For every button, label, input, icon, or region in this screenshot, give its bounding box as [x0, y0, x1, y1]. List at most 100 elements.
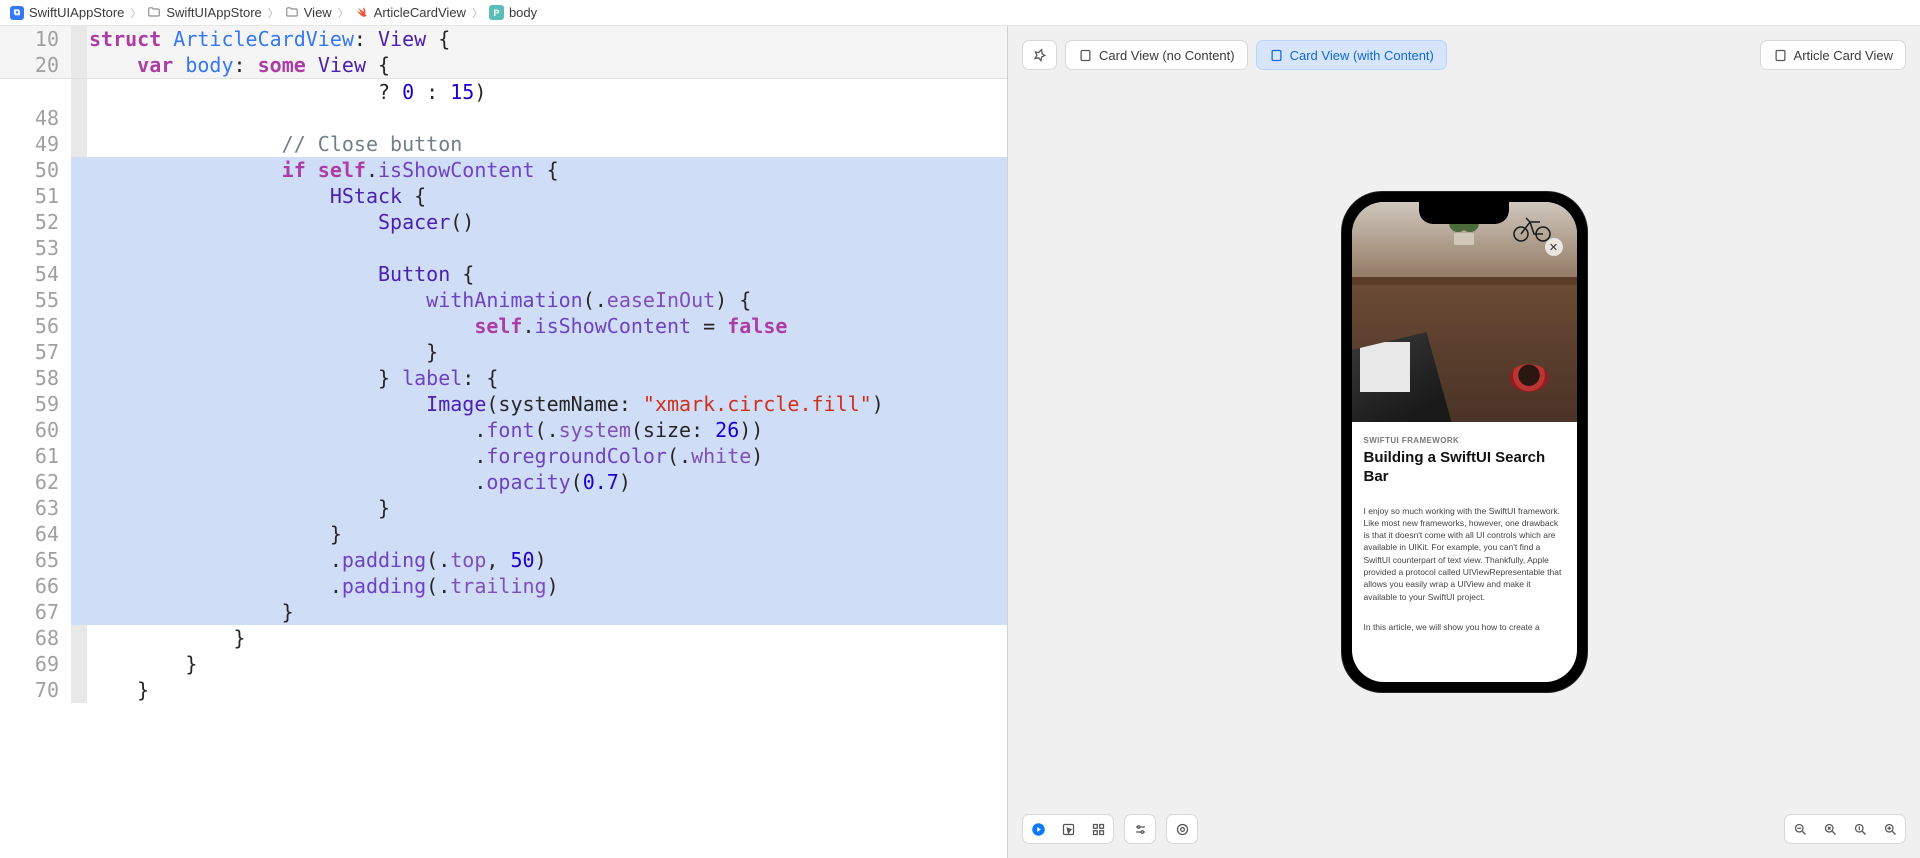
breadcrumb-item-symbol[interactable]: P body: [489, 5, 537, 20]
breadcrumb-item-folder[interactable]: View: [285, 5, 332, 20]
fold-ribbon[interactable]: [71, 209, 87, 235]
article-hero-image: ✕: [1352, 202, 1577, 422]
code-line[interactable]: [87, 105, 1007, 131]
code-line[interactable]: .padding(.top, 50): [87, 547, 1007, 573]
code-line[interactable]: } label: {: [87, 365, 1007, 391]
zoom-100-icon: [1853, 822, 1868, 837]
code-body[interactable]: ? 0 : 15)4849 // Close button50 if self.…: [0, 79, 1007, 858]
live-preview-button[interactable]: [1023, 815, 1053, 843]
fold-ribbon[interactable]: [71, 625, 87, 651]
fold-ribbon[interactable]: [71, 105, 87, 131]
zoom-in-button[interactable]: [1875, 815, 1905, 843]
line-number: 65: [0, 547, 71, 573]
preview-tab-with-content[interactable]: Card View (with Content): [1256, 40, 1447, 70]
code-line[interactable]: Spacer(): [87, 209, 1007, 235]
fold-ribbon[interactable]: [71, 235, 87, 261]
fold-ribbon[interactable]: [71, 261, 87, 287]
fold-ribbon[interactable]: [71, 469, 87, 495]
code-line[interactable]: }: [87, 495, 1007, 521]
line-number: 69: [0, 651, 71, 677]
fold-ribbon[interactable]: [71, 339, 87, 365]
code-line[interactable]: self.isShowContent = false: [87, 313, 1007, 339]
fold-ribbon[interactable]: [71, 183, 87, 209]
code-line[interactable]: [87, 235, 1007, 261]
zoom-out-button[interactable]: [1785, 815, 1815, 843]
preview-canvas-pane: Card View (no Content) Card View (with C…: [1008, 26, 1920, 858]
fold-ribbon[interactable]: [71, 443, 87, 469]
fold-ribbon[interactable]: [71, 547, 87, 573]
line-number: 55: [0, 287, 71, 313]
fold-ribbon[interactable]: [71, 52, 87, 78]
gear-alt-icon: [1175, 822, 1190, 837]
code-line[interactable]: }: [87, 625, 1007, 651]
code-line[interactable]: }: [87, 599, 1007, 625]
line-number: 57: [0, 339, 71, 365]
code-line[interactable]: Button {: [87, 261, 1007, 287]
preview-tab-no-content[interactable]: Card View (no Content): [1065, 40, 1248, 70]
fold-ribbon[interactable]: [71, 521, 87, 547]
code-line[interactable]: withAnimation(.easeInOut) {: [87, 287, 1007, 313]
line-number: 58: [0, 365, 71, 391]
iphone-notch: [1419, 202, 1509, 224]
fold-ribbon[interactable]: [71, 495, 87, 521]
code-line[interactable]: }: [87, 677, 1007, 703]
fold-ribbon[interactable]: [71, 391, 87, 417]
fold-ribbon[interactable]: [71, 26, 87, 52]
card-icon: [1078, 48, 1093, 63]
zoom-fit-button[interactable]: [1815, 815, 1845, 843]
code-line[interactable]: if self.isShowContent {: [87, 157, 1007, 183]
fold-ribbon[interactable]: [71, 573, 87, 599]
fold-ribbon[interactable]: [71, 313, 87, 339]
breadcrumb-item-project[interactable]: ⧉ SwiftUIAppStore: [10, 5, 124, 20]
pin-preview-button[interactable]: [1022, 40, 1057, 70]
fold-ribbon[interactable]: [71, 677, 87, 703]
line-number: 67: [0, 599, 71, 625]
code-line[interactable]: struct ArticleCardView: View {: [87, 26, 1007, 52]
line-number: 48: [0, 105, 71, 131]
breadcrumb-item-file[interactable]: ArticleCardView: [355, 5, 466, 20]
iphone-screen: ✕ SWIFTUI FRAMEWORK Building a SwiftUI S…: [1352, 202, 1577, 682]
preview-tab-article-card[interactable]: Article Card View: [1760, 40, 1906, 70]
fold-ribbon[interactable]: [71, 157, 87, 183]
selectable-preview-button[interactable]: [1053, 815, 1083, 843]
variants-preview-button[interactable]: [1083, 815, 1113, 843]
line-number: 59: [0, 391, 71, 417]
device-settings-button[interactable]: [1125, 815, 1155, 843]
code-line[interactable]: // Close button: [87, 131, 1007, 157]
code-line[interactable]: ? 0 : 15): [87, 79, 1007, 105]
code-line[interactable]: HStack {: [87, 183, 1007, 209]
fold-ribbon[interactable]: [71, 417, 87, 443]
code-editor[interactable]: 10struct ArticleCardView: View {20 var b…: [0, 26, 1008, 858]
code-line[interactable]: .foregroundColor(.white): [87, 443, 1007, 469]
line-number: 60: [0, 417, 71, 443]
property-icon: P: [489, 5, 504, 20]
fold-ribbon[interactable]: [71, 287, 87, 313]
canvas-settings-button[interactable]: [1167, 815, 1197, 843]
app-icon: ⧉: [10, 6, 24, 20]
code-line[interactable]: Image(systemName: "xmark.circle.fill"): [87, 391, 1007, 417]
fold-ribbon[interactable]: [71, 79, 87, 105]
line-number: 66: [0, 573, 71, 599]
zoom-in-icon: [1883, 822, 1898, 837]
line-number: 64: [0, 521, 71, 547]
fold-ribbon[interactable]: [71, 651, 87, 677]
code-line[interactable]: var body: some View {: [87, 52, 1007, 78]
code-line[interactable]: }: [87, 651, 1007, 677]
zoom-actual-button[interactable]: [1845, 815, 1875, 843]
fold-ribbon[interactable]: [71, 599, 87, 625]
preview-device-canvas[interactable]: ✕ SWIFTUI FRAMEWORK Building a SwiftUI S…: [1008, 26, 1920, 858]
article-paragraph: In this article, we will show you how to…: [1364, 621, 1565, 633]
breadcrumb-item-group[interactable]: SwiftUIAppStore: [147, 5, 261, 20]
code-line[interactable]: .font(.system(size: 26)): [87, 417, 1007, 443]
line-number: 68: [0, 625, 71, 651]
fold-ribbon[interactable]: [71, 131, 87, 157]
play-icon: [1031, 822, 1046, 837]
line-number: 61: [0, 443, 71, 469]
code-line[interactable]: .padding(.trailing): [87, 573, 1007, 599]
line-number: 49: [0, 131, 71, 157]
code-line[interactable]: .opacity(0.7): [87, 469, 1007, 495]
code-line[interactable]: }: [87, 339, 1007, 365]
code-line[interactable]: }: [87, 521, 1007, 547]
fold-ribbon[interactable]: [71, 365, 87, 391]
article-category: SWIFTUI FRAMEWORK: [1364, 436, 1565, 445]
